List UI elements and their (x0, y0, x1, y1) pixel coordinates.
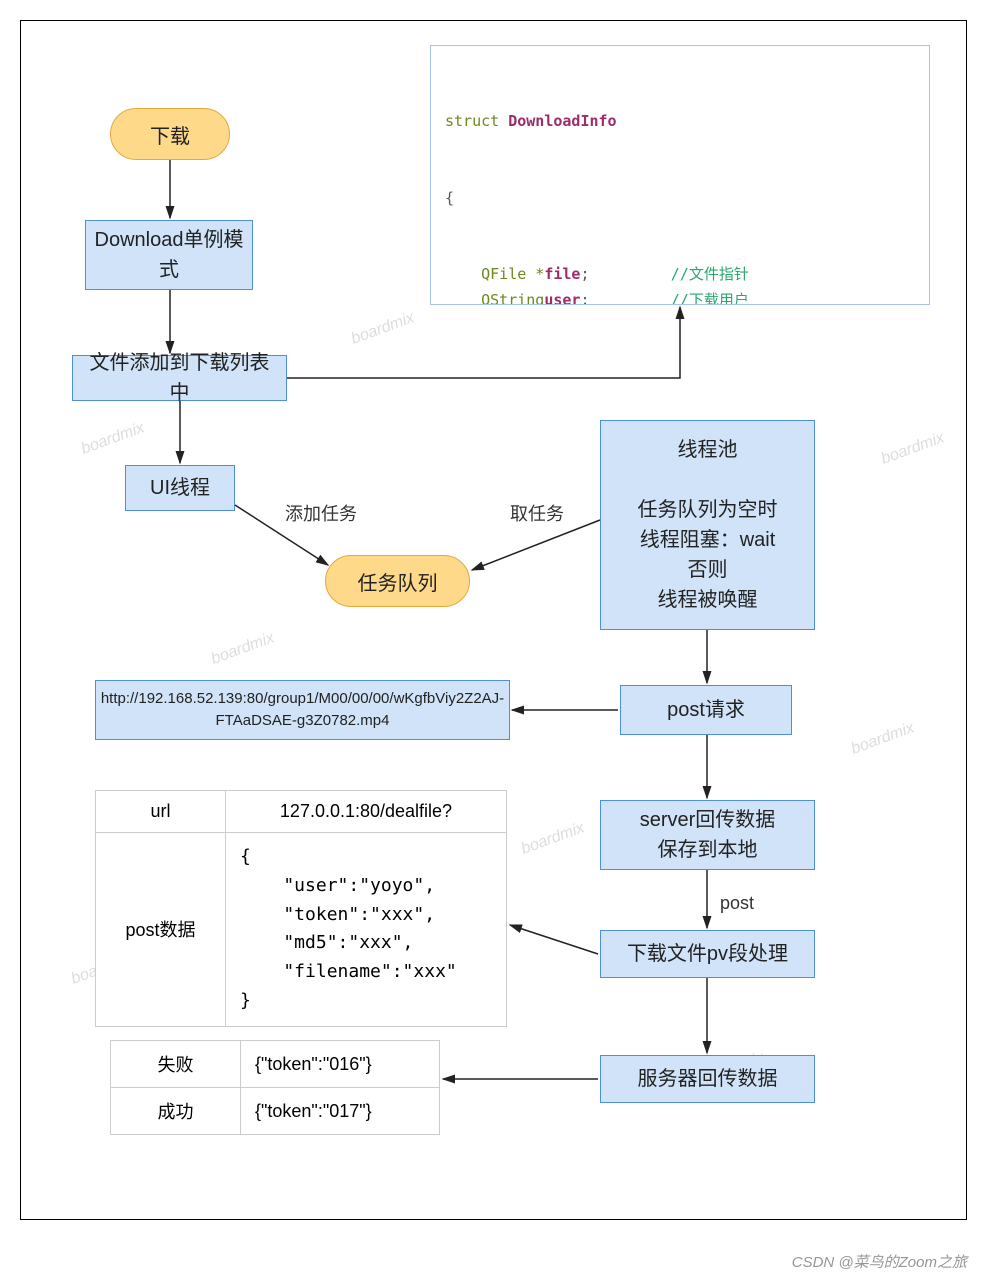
table-row: url 127.0.0.1:80/dealfile? (96, 791, 507, 833)
credit-text: CSDN @菜鸟的Zoom之旅 (792, 1251, 967, 1272)
box-url-example: http://192.168.52.139:80/group1/M00/00/0… (95, 680, 510, 740)
box-server-save: server回传数据 保存到本地 (600, 800, 815, 870)
box-addlist: 文件添加到下载列表中 (72, 355, 287, 401)
cell-url-value: 127.0.0.1:80/dealfile? (226, 791, 507, 833)
cell-fail-value: {"token":"016"} (241, 1041, 440, 1088)
canvas: boardmix boardmix boardmix boardmix boar… (0, 0, 987, 1280)
box-threadpool: 线程池 任务队列为空时 线程阻塞：wait 否则 线程被唤醒 (600, 420, 815, 630)
box-pv: 下载文件pv段处理 (600, 930, 815, 978)
table-result: 失败 {"token":"016"} 成功 {"token":"017"} (110, 1040, 440, 1135)
cell-url-label: url (96, 791, 226, 833)
box-postreq: post请求 (620, 685, 792, 735)
label-addtask: 添加任务 (285, 500, 357, 526)
table-row: 成功 {"token":"017"} (111, 1088, 440, 1135)
box-uithread: UI线程 (125, 465, 235, 511)
cell-ok-label: 成功 (111, 1088, 241, 1135)
cell-fail-label: 失败 (111, 1041, 241, 1088)
oval-taskqueue: 任务队列 (325, 555, 470, 607)
box-server-return: 服务器回传数据 (600, 1055, 815, 1103)
cell-ok-value: {"token":"017"} (241, 1088, 440, 1135)
label-gettask: 取任务 (510, 500, 564, 526)
cell-post-json: { "user":"yoyo", "token":"xxx", "md5":"x… (226, 833, 507, 1027)
oval-download: 下载 (110, 108, 230, 160)
cell-post-label: post数据 (96, 833, 226, 1027)
box-singleton: Download单例模 式 (85, 220, 253, 290)
label-post: post (720, 893, 754, 914)
table-row: post数据 { "user":"yoyo", "token":"xxx", "… (96, 833, 507, 1027)
table-params: url 127.0.0.1:80/dealfile? post数据 { "use… (95, 790, 507, 1027)
table-row: 失败 {"token":"016"} (111, 1041, 440, 1088)
code-struct: struct DownloadInfo { QFile *file; //文件指… (430, 45, 930, 305)
